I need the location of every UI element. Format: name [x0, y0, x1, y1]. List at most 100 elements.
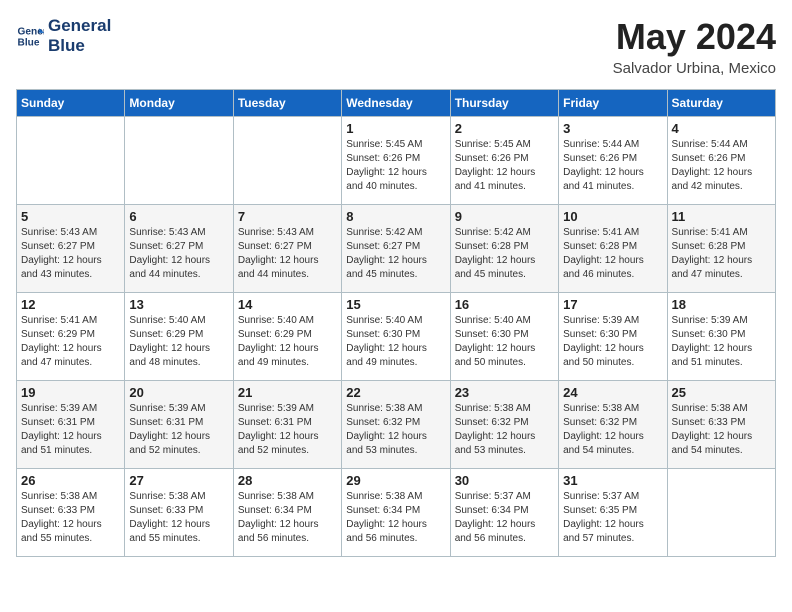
- day-info: Sunrise: 5:40 AM Sunset: 6:30 PM Dayligh…: [346, 314, 445, 370]
- week-row-4: 19 Sunrise: 5:39 AM Sunset: 6:31 PM Dayli…: [17, 381, 776, 469]
- day-number: 5: [21, 209, 120, 224]
- calendar-cell: 28 Sunrise: 5:38 AM Sunset: 6:34 PM Dayli…: [233, 469, 341, 557]
- weekday-header-sunday: Sunday: [17, 90, 125, 117]
- day-number: 8: [346, 209, 445, 224]
- calendar-cell: 31 Sunrise: 5:37 AM Sunset: 6:35 PM Dayli…: [559, 469, 667, 557]
- month-year: May 2024: [613, 16, 776, 58]
- day-number: 11: [672, 209, 771, 224]
- day-number: 28: [238, 473, 337, 488]
- calendar-cell: 1 Sunrise: 5:45 AM Sunset: 6:26 PM Daylig…: [342, 117, 450, 205]
- calendar-cell: 5Sunrise: 5:43 AM Sunset: 6:27 PM Daylig…: [17, 205, 125, 293]
- calendar-cell: 9Sunrise: 5:42 AM Sunset: 6:28 PM Daylig…: [450, 205, 558, 293]
- day-info: Sunrise: 5:39 AM Sunset: 6:30 PM Dayligh…: [672, 314, 771, 370]
- calendar-cell: [233, 117, 341, 205]
- day-number: 23: [455, 385, 554, 400]
- calendar-cell: 21Sunrise: 5:39 AM Sunset: 6:31 PM Dayli…: [233, 381, 341, 469]
- logo: General Blue General Blue: [16, 16, 111, 57]
- day-info: Sunrise: 5:37 AM Sunset: 6:35 PM Dayligh…: [563, 490, 662, 546]
- calendar-cell: 13 Sunrise: 5:40 AM Sunset: 6:29 PM Dayli…: [125, 293, 233, 381]
- calendar-cell: 20Sunrise: 5:39 AM Sunset: 6:31 PM Dayli…: [125, 381, 233, 469]
- calendar-cell: 17Sunrise: 5:39 AM Sunset: 6:30 PM Dayli…: [559, 293, 667, 381]
- week-row-3: 12 Sunrise: 5:41 AM Sunset: 6:29 PM Dayli…: [17, 293, 776, 381]
- day-number: 14: [238, 297, 337, 312]
- day-info: Sunrise: 5:44 AM Sunset: 6:26 PM Dayligh…: [563, 138, 662, 194]
- calendar-cell: 22 Sunrise: 5:38 AM Sunset: 6:32 PM Dayli…: [342, 381, 450, 469]
- calendar-cell: 14Sunrise: 5:40 AM Sunset: 6:29 PM Dayli…: [233, 293, 341, 381]
- day-number: 26: [21, 473, 120, 488]
- calendar-cell: 15 Sunrise: 5:40 AM Sunset: 6:30 PM Dayli…: [342, 293, 450, 381]
- day-info: Sunrise: 5:42 AM Sunset: 6:28 PM Dayligh…: [455, 226, 554, 282]
- day-info: Sunrise: 5:40 AM Sunset: 6:30 PM Dayligh…: [455, 314, 554, 370]
- logo-icon: General Blue: [16, 22, 44, 50]
- day-info: Sunrise: 5:42 AM Sunset: 6:27 PM Dayligh…: [346, 226, 445, 282]
- day-info: Sunrise: 5:45 AM Sunset: 6:26 PM Dayligh…: [346, 138, 445, 194]
- calendar-cell: 29 Sunrise: 5:38 AM Sunset: 6:34 PM Dayli…: [342, 469, 450, 557]
- day-info: Sunrise: 5:38 AM Sunset: 6:32 PM Dayligh…: [455, 402, 554, 458]
- day-number: 12: [21, 297, 120, 312]
- day-number: 7: [238, 209, 337, 224]
- day-info: Sunrise: 5:38 AM Sunset: 6:32 PM Dayligh…: [346, 402, 445, 458]
- day-info: Sunrise: 5:38 AM Sunset: 6:33 PM Dayligh…: [672, 402, 771, 458]
- day-info: Sunrise: 5:38 AM Sunset: 6:34 PM Dayligh…: [346, 490, 445, 546]
- day-number: 29: [346, 473, 445, 488]
- weekday-header-thursday: Thursday: [450, 90, 558, 117]
- day-number: 2: [455, 121, 554, 136]
- day-info: Sunrise: 5:41 AM Sunset: 6:29 PM Dayligh…: [21, 314, 120, 370]
- day-info: Sunrise: 5:39 AM Sunset: 6:31 PM Dayligh…: [21, 402, 120, 458]
- day-info: Sunrise: 5:41 AM Sunset: 6:28 PM Dayligh…: [672, 226, 771, 282]
- day-info: Sunrise: 5:41 AM Sunset: 6:28 PM Dayligh…: [563, 226, 662, 282]
- day-number: 6: [129, 209, 228, 224]
- day-number: 1: [346, 121, 445, 136]
- week-row-1: 1 Sunrise: 5:45 AM Sunset: 6:26 PM Daylig…: [17, 117, 776, 205]
- calendar-cell: 8 Sunrise: 5:42 AM Sunset: 6:27 PM Daylig…: [342, 205, 450, 293]
- weekday-header-friday: Friday: [559, 90, 667, 117]
- calendar-cell: 18Sunrise: 5:39 AM Sunset: 6:30 PM Dayli…: [667, 293, 775, 381]
- logo-line1: General: [48, 16, 111, 36]
- day-info: Sunrise: 5:39 AM Sunset: 6:30 PM Dayligh…: [563, 314, 662, 370]
- weekday-header-monday: Monday: [125, 90, 233, 117]
- page-header: General Blue General Blue May 2024 Salva…: [16, 16, 776, 77]
- day-info: Sunrise: 5:38 AM Sunset: 6:33 PM Dayligh…: [21, 490, 120, 546]
- day-number: 15: [346, 297, 445, 312]
- day-info: Sunrise: 5:43 AM Sunset: 6:27 PM Dayligh…: [238, 226, 337, 282]
- weekday-header-wednesday: Wednesday: [342, 90, 450, 117]
- calendar-cell: 7 Sunrise: 5:43 AM Sunset: 6:27 PM Daylig…: [233, 205, 341, 293]
- day-info: Sunrise: 5:37 AM Sunset: 6:34 PM Dayligh…: [455, 490, 554, 546]
- calendar-cell: 4 Sunrise: 5:44 AM Sunset: 6:26 PM Daylig…: [667, 117, 775, 205]
- logo-line2: Blue: [48, 36, 111, 56]
- day-info: Sunrise: 5:43 AM Sunset: 6:27 PM Dayligh…: [129, 226, 228, 282]
- calendar-cell: 25 Sunrise: 5:38 AM Sunset: 6:33 PM Dayli…: [667, 381, 775, 469]
- day-number: 13: [129, 297, 228, 312]
- calendar-cell: 3 Sunrise: 5:44 AM Sunset: 6:26 PM Daylig…: [559, 117, 667, 205]
- calendar-cell: 12 Sunrise: 5:41 AM Sunset: 6:29 PM Dayli…: [17, 293, 125, 381]
- day-number: 27: [129, 473, 228, 488]
- day-number: 3: [563, 121, 662, 136]
- calendar-cell: [667, 469, 775, 557]
- day-info: Sunrise: 5:40 AM Sunset: 6:29 PM Dayligh…: [129, 314, 228, 370]
- calendar-cell: 24Sunrise: 5:38 AM Sunset: 6:32 PM Dayli…: [559, 381, 667, 469]
- day-info: Sunrise: 5:44 AM Sunset: 6:26 PM Dayligh…: [672, 138, 771, 194]
- week-row-2: 5 Sunrise: 5:43 AM Sunset: 6:27 PM Daylig…: [17, 205, 776, 293]
- calendar-cell: 26 Sunrise: 5:38 AM Sunset: 6:33 PM Dayli…: [17, 469, 125, 557]
- location: Salvador Urbina, Mexico: [613, 60, 776, 77]
- day-number: 10: [563, 209, 662, 224]
- day-number: 4: [672, 121, 771, 136]
- week-row-5: 26 Sunrise: 5:38 AM Sunset: 6:33 PM Dayli…: [17, 469, 776, 557]
- day-number: 30: [455, 473, 554, 488]
- weekday-header-saturday: Saturday: [667, 90, 775, 117]
- day-info: Sunrise: 5:45 AM Sunset: 6:26 PM Dayligh…: [455, 138, 554, 194]
- calendar-cell: 2 Sunrise: 5:45 AM Sunset: 6:26 PM Daylig…: [450, 117, 558, 205]
- calendar-cell: 23 Sunrise: 5:38 AM Sunset: 6:32 PM Dayli…: [450, 381, 558, 469]
- calendar-cell: [125, 117, 233, 205]
- title-block: May 2024 Salvador Urbina, Mexico: [613, 16, 776, 77]
- day-number: 21: [238, 385, 337, 400]
- day-number: 31: [563, 473, 662, 488]
- day-number: 25: [672, 385, 771, 400]
- day-info: Sunrise: 5:38 AM Sunset: 6:33 PM Dayligh…: [129, 490, 228, 546]
- day-number: 19: [21, 385, 120, 400]
- svg-text:Blue: Blue: [18, 38, 40, 49]
- day-number: 22: [346, 385, 445, 400]
- day-info: Sunrise: 5:38 AM Sunset: 6:34 PM Dayligh…: [238, 490, 337, 546]
- calendar-cell: [17, 117, 125, 205]
- calendar-cell: 10 Sunrise: 5:41 AM Sunset: 6:28 PM Dayli…: [559, 205, 667, 293]
